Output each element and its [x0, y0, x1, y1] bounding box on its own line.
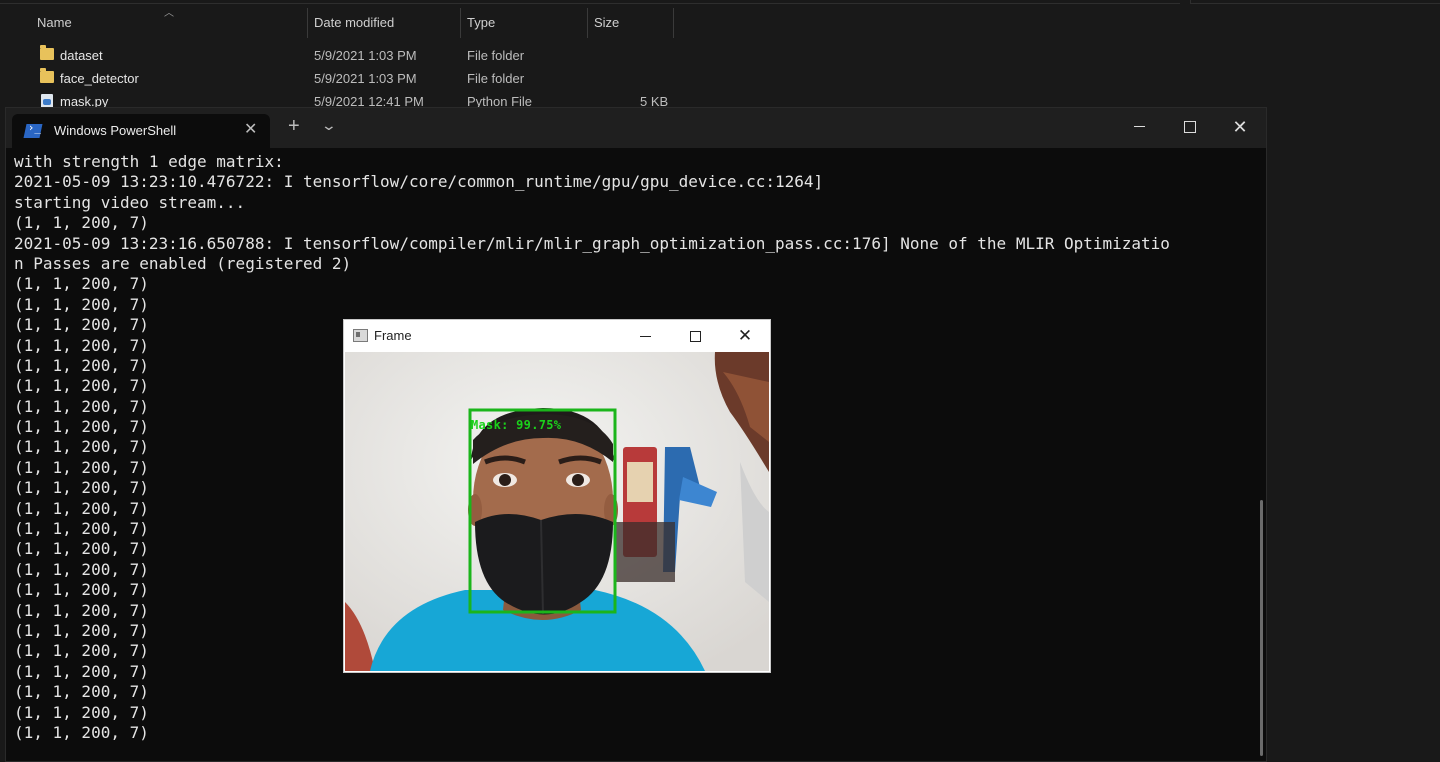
file-explorer: ︿ Name Date modified Type Size dataset 5… [0, 0, 1440, 110]
console-line: 2021-05-09 13:23:16.650788: I tensorflow… [14, 233, 1170, 253]
explorer-toolbar-border [0, 0, 1180, 4]
column-header-size[interactable]: Size [594, 8, 619, 38]
console-line: n Passes are enabled (registered 2) [14, 253, 352, 273]
console-line: (1, 1, 200, 7) [14, 213, 149, 233]
python-file-icon [41, 94, 53, 108]
folder-icon [40, 68, 54, 83]
webcam-image [345, 352, 769, 671]
file-date: 5/9/2021 1:03 PM [314, 71, 417, 86]
column-divider[interactable] [673, 8, 674, 38]
frame-minimize-button[interactable] [620, 320, 670, 352]
new-tab-icon[interactable]: + [288, 115, 300, 138]
console-line: (1, 1, 200, 7) [14, 702, 149, 722]
app-window-icon [353, 329, 368, 342]
file-date: 5/9/2021 1:03 PM [314, 48, 417, 63]
close-icon: ✕ [737, 326, 753, 345]
file-type: File folder [467, 48, 525, 63]
frame-window[interactable]: Frame ✕ Mask: 99.75% [343, 319, 771, 673]
console-line: (1, 1, 200, 7) [14, 274, 149, 294]
column-header-type[interactable]: Type [467, 8, 495, 38]
file-row-face-detector[interactable]: face_detector 5/9/2021 1:03 PM File fold… [0, 68, 700, 90]
column-divider[interactable] [587, 8, 588, 38]
maximize-button[interactable] [1167, 112, 1213, 142]
minimize-icon [639, 336, 651, 338]
file-name: face_detector [60, 71, 139, 86]
tab-title: Windows PowerShell [54, 123, 177, 138]
file-type: File folder [467, 71, 525, 86]
file-name: dataset [60, 48, 103, 63]
column-header-date[interactable]: Date modified [314, 8, 394, 38]
console-scrollbar[interactable] [1260, 500, 1263, 756]
frame-maximize-button[interactable] [670, 320, 720, 352]
explorer-search-border [1190, 0, 1440, 4]
file-row-dataset[interactable]: dataset 5/9/2021 1:03 PM File folder [0, 45, 700, 67]
column-divider[interactable] [460, 8, 461, 38]
column-header-name[interactable]: Name [37, 8, 72, 38]
console-line: 2021-05-09 13:23:10.476722: I tensorflow… [14, 172, 824, 192]
minimize-button[interactable] [1116, 112, 1162, 142]
frame-close-button[interactable]: ✕ [720, 320, 770, 352]
console-line: starting video stream... [14, 192, 246, 212]
chevron-down-icon[interactable]: ⌄ [321, 117, 337, 134]
maximize-icon [689, 331, 701, 343]
powershell-icon [23, 124, 43, 138]
column-divider[interactable] [307, 8, 308, 38]
console-line: (1, 1, 200, 7) [14, 682, 149, 702]
close-icon: ✕ [1232, 117, 1248, 137]
sort-ascending-icon: ︿ [164, 8, 174, 19]
powershell-titlebar[interactable]: Windows PowerShell ✕ + ⌄ ✕ [6, 108, 1266, 148]
tab-close-icon[interactable]: ✕ [244, 119, 257, 139]
console-line: with strength 1 edge matrix: [14, 152, 284, 171]
video-frame: Mask: 99.75% [345, 352, 769, 671]
folder-icon [40, 45, 54, 60]
powershell-tab[interactable]: Windows PowerShell ✕ [12, 114, 270, 148]
detection-label: Mask: 99.75% [471, 418, 562, 432]
frame-title: Frame [374, 328, 412, 343]
minimize-icon [1133, 126, 1145, 128]
frame-titlebar[interactable]: Frame ✕ [344, 320, 770, 352]
maximize-icon [1184, 120, 1196, 133]
console-line: (1, 1, 200, 7) [14, 722, 149, 742]
console-line: (1, 1, 200, 7) [14, 294, 149, 314]
close-button[interactable]: ✕ [1217, 112, 1263, 142]
